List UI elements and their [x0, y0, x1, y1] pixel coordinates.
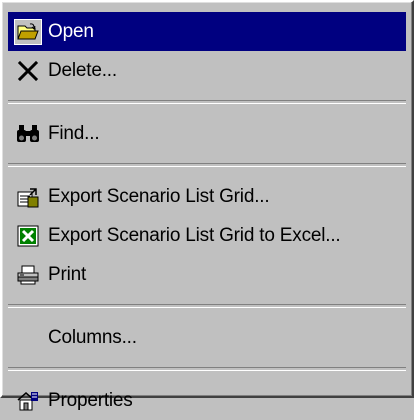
menu-item-label: Export Scenario List Grid... [48, 185, 270, 207]
menu-item-label: Columns... [48, 326, 137, 348]
menu-separator [8, 367, 406, 371]
menu-item-label: Delete... [48, 59, 117, 81]
excel-icon [17, 225, 39, 247]
properties-icon [16, 390, 40, 412]
menu-item-print[interactable]: Print [8, 255, 406, 294]
context-menu: Open Delete... Find... Export Scenario L… [0, 0, 414, 411]
menu-item-properties[interactable]: Properties [8, 381, 406, 420]
folder-open-icon [14, 18, 42, 45]
menu-item-export-grid[interactable]: Export Scenario List Grid... [8, 177, 406, 216]
menu-item-label: Export Scenario List Grid to Excel... [48, 224, 341, 246]
menu-separator [8, 163, 406, 167]
menu-item-label: Print [48, 263, 87, 285]
menu-item-find[interactable]: Find... [8, 114, 406, 153]
menu-item-columns[interactable]: Columns... [8, 318, 406, 357]
menu-item-open[interactable]: Open [8, 12, 406, 51]
delete-x-icon [17, 60, 39, 81]
menu-separator [8, 100, 406, 104]
menu-item-export-excel[interactable]: Export Scenario List Grid to Excel... [8, 216, 406, 255]
menu-item-label: Properties [48, 389, 133, 411]
printer-icon [16, 265, 40, 285]
export-icon [16, 186, 40, 208]
binoculars-icon [15, 124, 41, 144]
menu-item-delete[interactable]: Delete... [8, 51, 406, 90]
menu-item-label: Find... [48, 122, 100, 144]
menu-separator [8, 304, 406, 308]
menu-item-label: Open [48, 20, 94, 42]
